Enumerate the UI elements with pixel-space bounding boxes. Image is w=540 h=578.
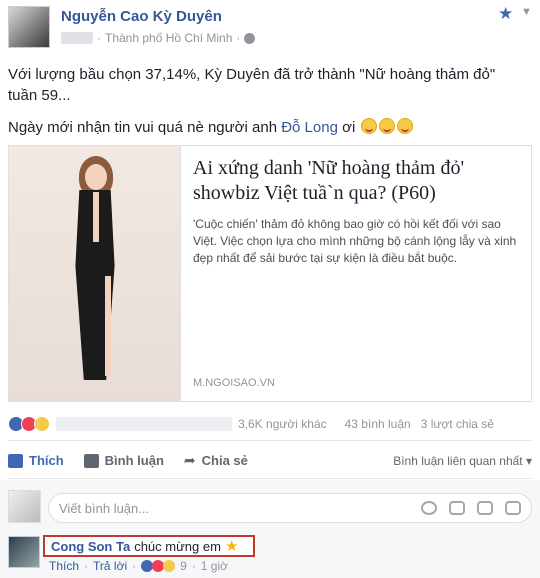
smile-emoji-icon (379, 118, 396, 134)
paragraph-text: ơi (337, 119, 356, 136)
post-author[interactable]: Nguyễn Cao Kỳ Duyên (61, 8, 222, 25)
divider (8, 478, 532, 479)
link-preview-content[interactable]: Ai xứng danh 'Nữ hoàng thảm đỏ' showbiz … (181, 146, 531, 401)
haha-reaction-icon[interactable] (34, 416, 50, 432)
chevron-down-icon[interactable]: ▼ (521, 6, 532, 18)
comment-reaction-count[interactable]: 9 (180, 559, 187, 573)
comments-count[interactable]: 43 bình luận (345, 417, 411, 431)
post-location[interactable]: Thành phố Hồ Chí Minh (105, 31, 232, 45)
reactions-count[interactable]: 3,6K người khác (238, 417, 327, 431)
commenter-avatar[interactable] (8, 536, 40, 568)
post-meta: · Thành phố Hồ Chí Minh · (61, 31, 256, 45)
share-label: Chia sẻ (201, 453, 248, 468)
divider (8, 440, 532, 441)
reaction-summary: 3,6K người khác 43 bình luận 3 lượt chia… (8, 416, 532, 432)
thumbs-up-icon (8, 453, 23, 468)
camera-icon[interactable] (449, 501, 465, 515)
share-button[interactable]: ➦ Chia sẻ (184, 452, 248, 469)
smile-emoji-icon (397, 118, 414, 134)
comment-text: chúc mừng em (134, 538, 221, 554)
globe-icon[interactable] (244, 32, 256, 44)
comment-like-link[interactable]: Thích (49, 559, 79, 573)
link-source: M.NGOISAO.VN (193, 377, 275, 389)
comment-actions: Thích · Trả lời · 9 · 1 giờ (49, 559, 228, 573)
link-preview-card[interactable]: Ai xứng danh 'Nữ hoàng thảm đỏ' showbiz … (8, 145, 532, 402)
sticker-icon[interactable] (505, 501, 521, 515)
post-paragraph: Ngày mới nhận tin vui quá nè người anh Đ… (8, 117, 528, 138)
comment-author[interactable]: Cong Son Ta (51, 539, 130, 554)
star-icon[interactable]: ★ (498, 4, 513, 24)
link-description: 'Cuộc chiến' thảm đỏ không bao giờ có hồ… (193, 217, 517, 265)
comment-input[interactable]: Viết bình luận... (48, 493, 532, 523)
smile-emoji-icon (361, 118, 378, 134)
emoji-icon[interactable] (421, 501, 437, 515)
figure-face (85, 164, 107, 190)
star-emoji-icon: ★ (224, 538, 239, 555)
comment-placeholder: Viết bình luận... (59, 500, 150, 516)
wow-reaction-icon[interactable] (163, 560, 176, 572)
input-tools (421, 501, 521, 515)
dot-separator: · (84, 559, 89, 573)
comment-reply-link[interactable]: Trả lời (93, 559, 127, 573)
gif-icon[interactable] (477, 501, 493, 515)
dot-separator: · (236, 31, 241, 45)
post-paragraph: Với lượng bầu chọn 37,14%, Kỳ Duyên đã t… (8, 66, 496, 104)
share-icon: ➦ (183, 452, 196, 468)
post-actions: Thích Bình luận ➦ Chia sẻ Bình luận liên… (8, 452, 532, 469)
comment-button[interactable]: Bình luận (83, 453, 164, 468)
current-user-avatar (8, 490, 41, 523)
shares-count[interactable]: 3 lượt chia sẻ (421, 417, 494, 431)
figure-leg (105, 276, 111, 376)
comment-bubble: Cong Son Ta chúc mừng em ★ (43, 535, 255, 557)
link-title[interactable]: Ai xứng danh 'Nữ hoàng thảm đỏ' showbiz … (193, 156, 519, 206)
comment-sort-dropdown[interactable]: Bình luận liên quan nhất ▾ (393, 454, 532, 468)
link-preview-image[interactable] (9, 146, 181, 401)
like-label: Thích (29, 453, 64, 468)
paragraph-text: Ngày mới nhận tin vui quá nè người anh (8, 119, 282, 136)
figure-neckline (93, 192, 99, 242)
author-avatar[interactable] (8, 6, 50, 48)
blurred-names (56, 417, 232, 431)
comment-icon (83, 453, 99, 468)
dot-separator: · (191, 559, 196, 573)
dot-separator: · (132, 559, 137, 573)
comment-label: Bình luận (104, 453, 164, 468)
blurred-timestamp (61, 32, 93, 44)
tagged-user-link[interactable]: Đỗ Long (281, 119, 338, 136)
like-button[interactable]: Thích (8, 453, 64, 468)
post-body: Với lượng bầu chọn 37,14%, Kỳ Duyên đã t… (8, 64, 528, 149)
dot-separator: · (97, 31, 101, 45)
comment-time[interactable]: 1 giờ (201, 559, 228, 573)
